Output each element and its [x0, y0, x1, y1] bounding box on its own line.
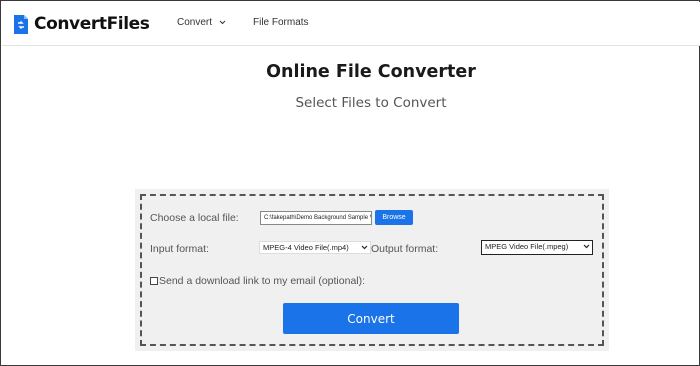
- nav-file-formats-label: File Formats: [253, 17, 309, 28]
- file-path-input[interactable]: C:\fakepath\Demo Background Sample Vc: [260, 211, 372, 225]
- nav-convert-label: Convert: [177, 17, 213, 28]
- input-format-label: Input format:: [150, 243, 209, 255]
- convert-button[interactable]: Convert: [283, 303, 459, 334]
- chevron-down-icon: [361, 245, 368, 250]
- output-format-label: Output format:: [371, 243, 439, 255]
- page-title: Online File Converter: [266, 62, 476, 82]
- browse-button[interactable]: Browse: [375, 210, 413, 225]
- input-format-value: MPEG-4 Video File(.mp4): [263, 243, 349, 252]
- page-frame: ConvertFiles Convert File Formats Online…: [0, 0, 700, 366]
- email-option-label: Send a download link to my email (option…: [159, 275, 366, 287]
- file-convert-icon: [14, 14, 28, 34]
- nav-file-formats[interactable]: File Formats: [253, 17, 309, 28]
- output-format-select[interactable]: MPEG Video File(.mpeg): [481, 240, 593, 255]
- email-option-row: Send a download link to my email (option…: [150, 275, 365, 287]
- choose-file-label: Choose a local file:: [150, 212, 239, 224]
- logo-text: ConvertFiles: [34, 14, 150, 34]
- output-format-value: MPEG Video File(.mpeg): [485, 242, 569, 251]
- top-header: ConvertFiles Convert File Formats: [2, 2, 700, 46]
- email-checkbox[interactable]: [150, 277, 158, 285]
- logo[interactable]: ConvertFiles: [13, 13, 150, 35]
- chevron-down-icon: [219, 20, 226, 25]
- page-subtitle: Select Files to Convert: [295, 95, 447, 111]
- input-format-select[interactable]: MPEG-4 Video File(.mp4): [259, 241, 371, 254]
- nav-convert[interactable]: Convert: [177, 17, 226, 28]
- converter-form: Choose a local file: C:\fakepath\Demo Ba…: [135, 189, 609, 351]
- chevron-down-icon: [583, 244, 590, 249]
